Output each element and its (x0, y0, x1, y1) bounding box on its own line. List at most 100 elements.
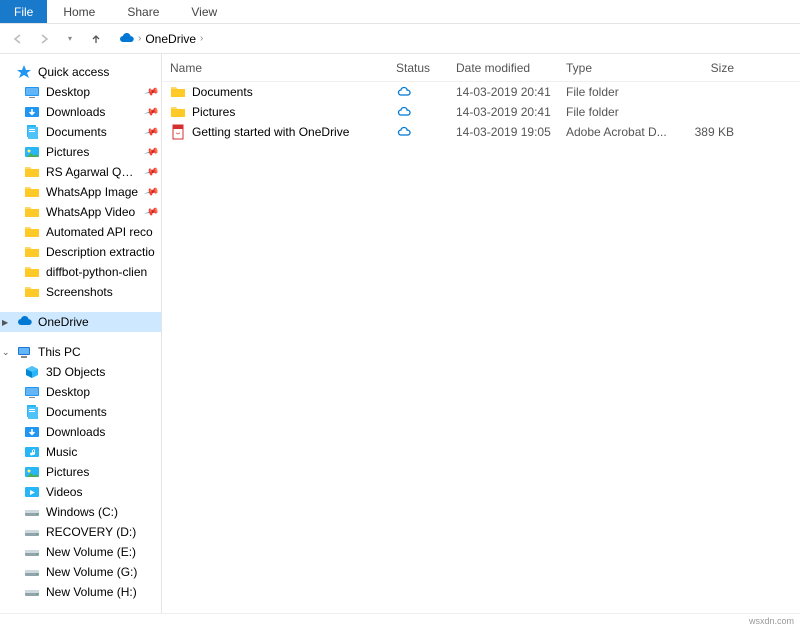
folder-icon (24, 164, 40, 180)
sidebar-item-label: New Volume (G:) (46, 565, 137, 579)
folder-icon (24, 244, 40, 260)
file-list-pane: Name Status Date modified Type Size Docu… (162, 54, 800, 613)
address-bar[interactable]: › OneDrive › (112, 29, 792, 49)
pictures-icon (24, 144, 40, 160)
navigation-bar: ▾ › OneDrive › (0, 24, 800, 54)
folder-icon (24, 224, 40, 240)
sidebar-item[interactable]: Pictures (0, 462, 161, 482)
folder-icon (170, 104, 186, 120)
sidebar-item[interactable]: Music (0, 442, 161, 462)
file-date: 14-03-2019 20:41 (456, 85, 566, 99)
sidebar-item[interactable]: RS Agarwal Quan 📌 (0, 162, 161, 182)
sidebar-item[interactable]: WhatsApp Image📌 (0, 182, 161, 202)
sidebar-item-label: Screenshots (46, 285, 113, 299)
up-button[interactable] (86, 29, 106, 49)
file-date: 14-03-2019 19:05 (456, 125, 566, 139)
documents-icon (24, 124, 40, 140)
folder-icon (24, 184, 40, 200)
sidebar-item-label: Windows (C:) (46, 505, 118, 519)
cloud-status-icon (396, 104, 412, 120)
pin-icon: 📌 (143, 104, 159, 120)
sidebar-item[interactable]: New Volume (E:) (0, 542, 161, 562)
tab-share[interactable]: Share (111, 0, 175, 23)
sidebar-item[interactable]: Automated API reco (0, 222, 161, 242)
sidebar-this-pc[interactable]: ⌄ This PC (0, 342, 161, 362)
column-type[interactable]: Type (566, 61, 674, 75)
pin-icon: 📌 (143, 84, 159, 100)
tab-home[interactable]: Home (47, 0, 111, 23)
watermark: wsxdn.com (0, 613, 800, 627)
sidebar-item[interactable]: Downloads (0, 422, 161, 442)
sidebar-item-label: Documents (46, 405, 107, 419)
sidebar-item[interactable]: New Volume (H:) (0, 582, 161, 602)
folder-icon (24, 284, 40, 300)
file-type: Adobe Acrobat D... (566, 125, 674, 139)
this-pc-icon (16, 344, 32, 360)
sidebar-item-label: Automated API reco (46, 225, 153, 239)
navigation-pane: Quick access Desktop📌Downloads📌Documents… (0, 54, 162, 613)
column-date[interactable]: Date modified (456, 61, 566, 75)
sidebar-item[interactable]: WhatsApp Video📌 (0, 202, 161, 222)
sidebar-item[interactable]: Description extractio (0, 242, 161, 262)
file-type: File folder (566, 85, 674, 99)
drive-icon (24, 524, 40, 540)
sidebar-item-label: RECOVERY (D:) (46, 525, 136, 539)
sidebar-item-label: Pictures (46, 145, 89, 159)
pin-icon: 📌 (143, 164, 159, 180)
tab-file[interactable]: File (0, 0, 47, 23)
sidebar-item[interactable]: Screenshots (0, 282, 161, 302)
sidebar-item-label: Desktop (46, 385, 90, 399)
folder-icon (24, 204, 40, 220)
back-button[interactable] (8, 29, 28, 49)
downloads-icon (24, 104, 40, 120)
sidebar-item[interactable]: diffbot-python-clien (0, 262, 161, 282)
pdf-icon (170, 124, 186, 140)
column-status[interactable]: Status (396, 61, 456, 75)
folder-icon (170, 84, 186, 100)
chevron-right-icon: › (138, 33, 141, 44)
file-row[interactable]: Documents 14-03-2019 20:41File folder (162, 82, 800, 102)
file-row[interactable]: Pictures14-03-2019 20:41File folder (162, 102, 800, 122)
sidebar-item[interactable]: Pictures📌 (0, 142, 161, 162)
expand-icon[interactable]: ▶ (2, 318, 10, 327)
pin-icon: 📌 (143, 204, 159, 220)
file-date: 14-03-2019 20:41 (456, 105, 566, 119)
desktop-icon (24, 384, 40, 400)
desktop-icon (24, 84, 40, 100)
drive-icon (24, 544, 40, 560)
sidebar-item[interactable]: New Volume (G:) (0, 562, 161, 582)
tab-view[interactable]: View (175, 0, 233, 23)
sidebar-item[interactable]: Documents (0, 402, 161, 422)
sidebar-item-label: Downloads (46, 105, 105, 119)
music-icon (24, 444, 40, 460)
breadcrumb-location: OneDrive (145, 32, 196, 46)
sidebar-item[interactable]: Desktop (0, 382, 161, 402)
onedrive-icon (118, 31, 134, 47)
forward-button[interactable] (34, 29, 54, 49)
sidebar-item[interactable]: Windows (C:) (0, 502, 161, 522)
file-size: 389 KB (674, 125, 734, 139)
sidebar-item-label: RS Agarwal Quan (46, 165, 139, 179)
sidebar-onedrive[interactable]: ▶ OneDrive (0, 312, 161, 332)
sidebar-item[interactable]: RECOVERY (D:) (0, 522, 161, 542)
sidebar-item-label: 3D Objects (46, 365, 105, 379)
column-size[interactable]: Size (674, 61, 734, 75)
3dobjects-icon (24, 364, 40, 380)
sidebar-item-label: Description extractio (46, 245, 155, 259)
sidebar-item[interactable]: Videos (0, 482, 161, 502)
sidebar-quick-access[interactable]: Quick access (0, 62, 161, 82)
sidebar-item-label: Documents (46, 125, 107, 139)
column-name[interactable]: Name (170, 61, 396, 75)
sidebar-item[interactable]: 3D Objects (0, 362, 161, 382)
sidebar-item[interactable]: Downloads 📌 (0, 102, 161, 122)
recent-dropdown-icon[interactable]: ▾ (60, 29, 80, 49)
file-row[interactable]: Getting started with OneDrive14-03-2019 … (162, 122, 800, 142)
sidebar-item[interactable]: Desktop📌 (0, 82, 161, 102)
file-name: Documents (192, 85, 253, 99)
sidebar-item[interactable]: Documents📌 (0, 122, 161, 142)
ribbon-tabs: File Home Share View (0, 0, 800, 24)
drive-icon (24, 584, 40, 600)
sidebar-item-label: WhatsApp Image (46, 185, 138, 199)
videos-icon (24, 484, 40, 500)
collapse-icon[interactable]: ⌄ (2, 347, 10, 358)
